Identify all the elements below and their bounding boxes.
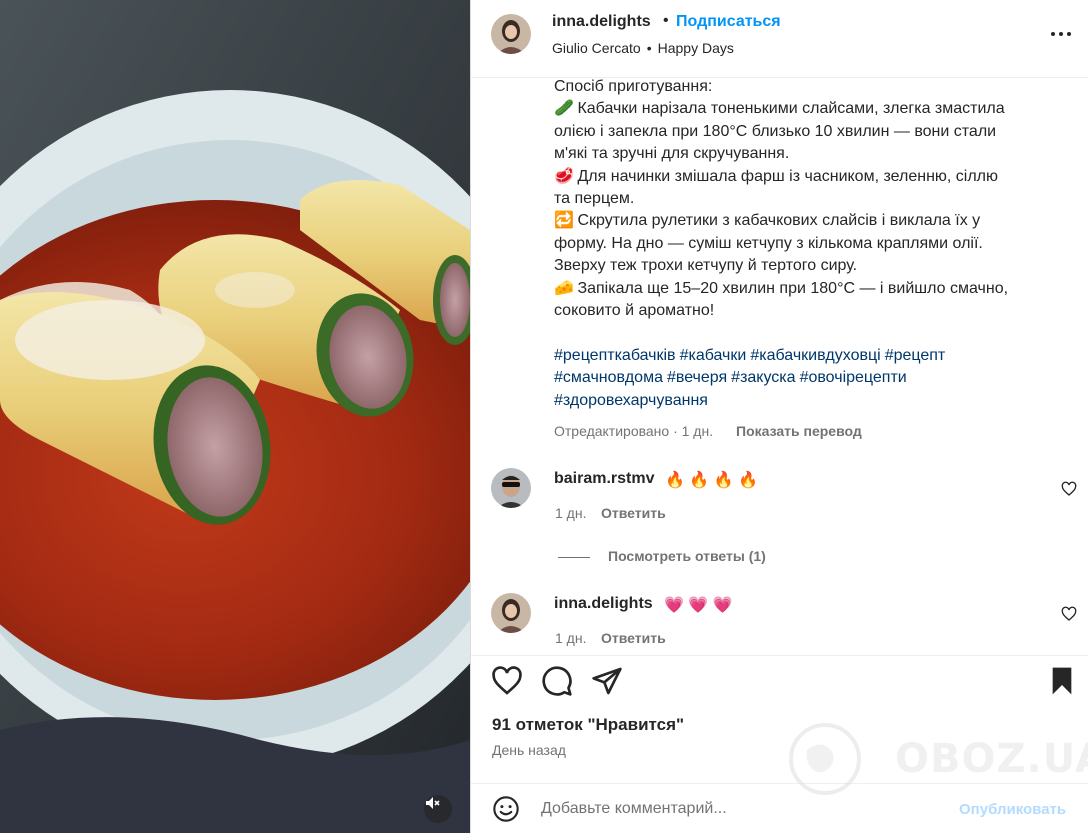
reply-button[interactable]: Ответить [601,630,666,646]
hashtag-line: #рецепткабачків #кабачки #кабачкивдуховці #… [554,345,1074,367]
hashtag-link[interactable]: #рецепткабачків [554,347,676,364]
caption-line: 🥒 Кабачки нарізала тоненькими слайсами, … [554,98,1074,120]
follow-button[interactable]: Подписаться [676,13,781,31]
meat-icon: 🥩 [554,167,574,185]
comment-icon[interactable] [541,665,573,697]
comment-time[interactable]: 1 дн. [555,505,586,521]
hashtag-link[interactable]: #кабачкивдуховці [750,347,880,364]
comment-input[interactable] [541,797,941,821]
comment-avatar[interactable] [491,468,531,508]
author-avatar[interactable] [491,14,531,54]
post-media[interactable] [0,0,470,833]
caption-line: форму. На дно — суміш кетчупу з кількома… [554,234,983,252]
comment-username[interactable]: inna.delights [554,595,653,613]
hashtag-link[interactable]: #рецепт [885,347,946,364]
reply-button[interactable]: Ответить [601,505,666,521]
audio-artist[interactable]: Giulio Cercato [552,40,641,56]
avatar-image [491,593,531,633]
bookmark-icon[interactable] [1046,665,1078,697]
caption-line: соковито й ароматно! [554,302,715,320]
header-separator: • [663,12,669,29]
avatar-image [491,468,531,508]
cucumber-icon: 🥒 [554,100,574,118]
heart-icon[interactable] [491,665,523,697]
hashtag-block: #рецепткабачків #кабачки #кабачкивдуховці #… [554,345,1074,412]
more-horizontal-icon[interactable] [1049,24,1073,44]
caption-line: Зверху теж трохи кетчупу й тертого сиру. [554,257,858,275]
comment-text: 🔥 🔥 🔥 🔥 [665,472,759,489]
action-bar [471,655,1088,705]
show-translation-button[interactable]: Показать перевод [736,423,862,439]
mute-button[interactable] [424,795,452,823]
hashtag-link[interactable]: #здоровехарчування [554,392,708,409]
audio-info[interactable]: Giulio Cercato • Happy Days [552,40,740,56]
heart-icon[interactable] [1061,481,1077,497]
hashtag-link[interactable]: #кабачки [680,347,747,364]
view-replies-label: Посмотреть ответы (1) [608,548,766,564]
caption-line: 🥩 Для начинки змішала фарш із часником, … [554,166,1074,188]
post-date[interactable]: День назад [492,742,566,758]
hashtag-line: #здоровехарчування [554,390,1074,412]
avatar-image [491,14,531,54]
caption-line: 🔁 Скрутила рулетики з кабачкових слайсів… [554,210,1074,232]
hashtag-link[interactable]: #смачновдома [554,369,663,386]
speaker-muted-icon [426,797,440,809]
caption-line: Спосіб приготування: [554,78,713,95]
emoji-icon[interactable] [492,795,520,823]
post-caption: Спосіб приготування: 🥒 Кабачки нарізала … [554,76,1074,322]
replies-line [558,556,590,558]
repeat-icon: 🔁 [554,212,574,230]
send-icon[interactable] [591,665,623,697]
audio-track[interactable]: Happy Days [658,40,734,56]
comment-time[interactable]: 1 дн. [555,630,586,646]
hashtag-line: #смачновдома #вечеря #закуска #овочірецепти [554,367,1074,389]
comment-username[interactable]: bairam.rstmv [554,470,655,488]
cheese-icon: 🧀 [554,279,574,297]
food-photo [0,0,470,833]
hashtag-link[interactable]: #овочірецепти [800,369,907,386]
add-comment-bar: Опубликовать [471,783,1088,833]
hashtag-link[interactable]: #вечеря [667,369,727,386]
caption-line: м'які та зручні для скручування. [554,145,790,163]
author-username[interactable]: inna.delights [552,13,651,31]
audio-separator: • [646,40,652,56]
caption-line: 🧀 Запікала ще 15–20 хвилин при 180°C — і… [554,278,1074,300]
edited-timestamp: Отредактировано · 1 дн. [554,423,714,439]
view-replies-button[interactable]: Посмотреть ответы (1) [558,548,766,564]
post-header: inna.delights • Подписаться Giulio Cerca… [471,0,1088,78]
comment-avatar[interactable] [491,593,531,633]
comment-text: 💗 💗 💗 [664,597,733,614]
publish-button[interactable]: Опубликовать [959,801,1066,818]
caption-line: олією і запекла при 180°C близько 10 хви… [554,122,997,140]
post-panel: inna.delights • Подписаться Giulio Cerca… [470,0,1088,833]
heart-icon[interactable] [1061,606,1077,622]
likes-count[interactable]: 91 отметок "Нравится" [492,715,684,735]
caption-line: та перцем. [554,190,635,208]
hashtag-link[interactable]: #закуска [731,369,795,386]
comment-item: inna.delights 💗 💗 💗 1 дн. Ответить [471,593,1088,653]
comment-item: bairam.rstmv 🔥 🔥 🔥 🔥 1 дн. Ответить [471,468,1088,528]
